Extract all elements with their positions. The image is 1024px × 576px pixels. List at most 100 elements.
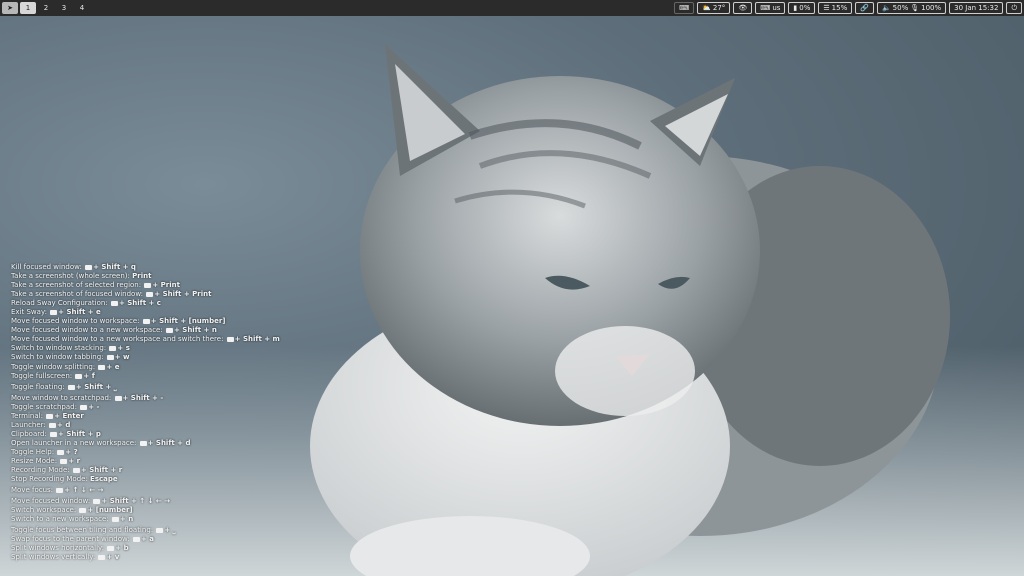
keybinding-row: Toggle window splitting: + e [11,363,280,372]
keybinding-row: Switch to window tabbing: + w [11,353,280,362]
audio-widget[interactable]: 🔈 50% 🎙 100% [876,2,947,14]
keybinding-row: Toggle scratchpad: + - [11,403,280,412]
keybinding-keys: + Shift + e [58,308,101,317]
keybinding-row: Launcher: + d [11,421,280,430]
cpu-icon: ☰ [823,4,830,12]
super-key-icon [50,431,58,437]
keybinding-row: Take a screenshot of selected region: + … [11,281,280,290]
keybinding-label: Kill focused window: [11,263,82,271]
keybinding-label: Reload Sway Configuration: [11,299,108,308]
keybinding-keys: + - [88,402,100,411]
keybinding-row: Move focused window: + Shift + ↑ ↓ ← → [11,497,280,506]
send-icon: ➤ [7,4,13,12]
volume-value: 50% [892,4,909,12]
keybinding-keys: + ? [65,447,78,456]
super-key-icon [50,310,58,316]
keybinding-keys: + Shift + p [58,429,101,438]
battery-value: 0% [799,4,811,12]
super-key-icon [109,346,117,352]
keybinding-row: Split windows vertically: + v [11,553,280,562]
keyboard-layout[interactable]: ⌨ us [755,2,786,14]
keybinding-row: Kill focused window: + Shift + q [11,263,280,272]
keybinding-row: Toggle Help: + ? [11,448,280,457]
clock-value: 30 Jan 15:32 [954,4,999,12]
super-key-icon [226,337,234,343]
keybinding-label: Switch to window stacking: [11,344,107,353]
workspace-button-2[interactable]: 2 [38,2,54,14]
keybinding-label: Split windows vertically: [11,553,96,562]
keybinding-label: Resize Mode: [11,456,58,465]
keybinding-keys: + b [115,544,129,553]
keybinding-label: Move window to scratchpad: [11,393,112,402]
keybinding-label: Move focused window to a new workspace a… [11,335,224,344]
keybinding-row: Terminal: + Enter [11,412,280,421]
keybinding-row: Resize Mode: + r [11,457,280,466]
keybinding-label: Take a screenshot of selected region: [11,281,142,290]
keybinding-label: Toggle Help: [11,447,55,456]
clock-widget[interactable]: 30 Jan 15:32 [949,2,1004,14]
keybinding-keys: + e [106,362,120,371]
keybinding-keys: + w [114,353,130,362]
weather-widget[interactable]: ⛅ 27° [697,2,731,14]
keybinding-label: Swap focus to the parent window: [11,535,130,544]
keybinding-keys: + ↑ ↓ ← → [64,486,104,495]
power-button[interactable]: ⏻ [1006,2,1022,14]
keybinding-keys: + Enter [54,411,84,420]
super-key-icon [111,517,119,523]
super-key-icon [79,508,87,514]
keybinding-row: Clipboard: + Shift + p [11,430,280,439]
workspace-switcher: ➤ 1 2 3 4 [2,2,90,14]
keybinding-keys: + Shift + d [147,438,191,447]
keybinding-label: Exit Sway: [11,308,47,317]
battery-widget[interactable]: ▮ 0% [788,2,816,14]
super-key-icon [110,301,118,307]
keybinding-row: Exit Sway: + Shift + e [11,308,280,317]
keyboard-layout-icon: ⌨ [760,4,771,12]
status-area: ⌨ ⛅ 27° 👁 ⌨ us ▮ 0% ☰ 15% 🔗 🔈 50% 🎙 100% [674,2,1022,14]
keybinding-label: Toggle focus between tiling and floating… [11,526,154,535]
microphone-icon: 🎙 [910,4,920,12]
super-key-icon [156,528,164,534]
keybinding-keys: + Shift + c [118,299,161,308]
keybinding-label: Move focused window to a new workspace: [11,326,163,335]
super-key-icon [80,404,88,410]
super-key-icon [72,468,80,474]
keyboard-layout-value: us [772,4,781,12]
workspace-button-4[interactable]: 4 [74,2,90,14]
keybinding-keys: + n [119,515,134,524]
keybinding-keys: + Shift + ⎵ [75,382,117,391]
cpu-widget[interactable]: ☰ 15% [818,2,853,14]
keybinding-label: Toggle fullscreen: [11,371,73,380]
super-key-icon [60,458,68,464]
power-icon: ⏻ [1011,4,1017,12]
keybinding-label: Recording Mode: [11,466,70,475]
keybinding-keys: Print [132,272,152,281]
keybinding-row: Move focus: + ↑ ↓ ← → [11,486,280,495]
keybinding-keys: + [number] [87,506,133,515]
keybinding-label: Take a screenshot (whole screen): [11,272,130,281]
keybinding-label: Move focused window to workspace: [11,317,140,326]
keybinding-row: Open launcher in a new workspace: + Shif… [11,439,280,448]
cpu-value: 15% [831,4,848,12]
keybinding-label: Move focus: [11,486,54,495]
workspace-button-3[interactable]: 3 [56,2,72,14]
keybinding-row: Toggle floating: + Shift + ⎵ [11,383,280,392]
super-key-icon [67,384,75,390]
keybinding-keys: + v [106,553,120,562]
keyboard-icon[interactable]: ⌨ [674,2,695,14]
keybinding-row: Toggle fullscreen: + f [11,372,280,381]
keybinding-keys: + Print [152,281,180,290]
launcher-button[interactable]: ➤ [2,2,18,14]
keybinding-keys: + ⎵ [164,526,176,535]
keybinding-label: Move focused window: [11,497,91,506]
keybinding-keys: Escape [90,475,118,484]
top-bar: ➤ 1 2 3 4 ⌨ ⛅ 27° 👁 ⌨ us ▮ 0% ☰ 15% 🔗 🔈 … [0,0,1024,16]
super-key-icon [46,413,54,419]
workspace-button-1[interactable]: 1 [20,2,36,14]
keybinding-keys: + Shift + [number] [150,317,226,326]
idle-inhibitor[interactable]: 👁 [733,2,753,14]
network-widget[interactable]: 🔗 [855,2,874,14]
super-key-icon [146,292,154,298]
weather-icon: ⛅ [702,4,711,12]
super-key-icon [139,440,147,446]
